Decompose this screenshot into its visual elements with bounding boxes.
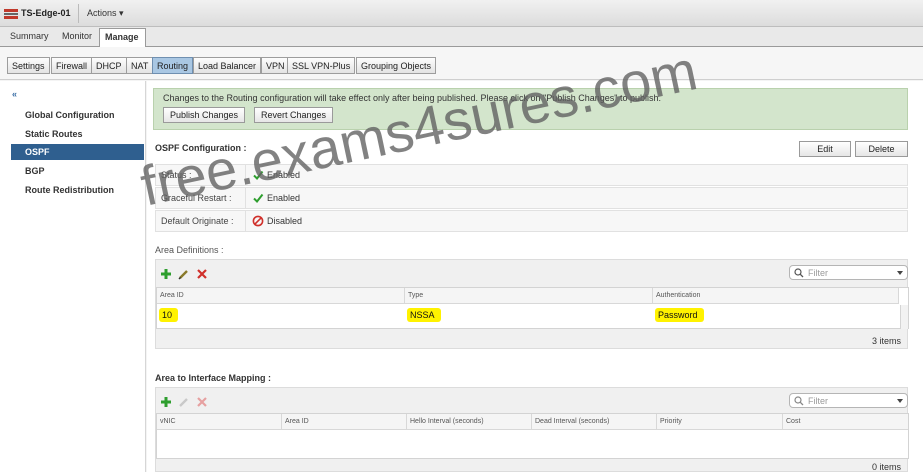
graceful-restart-label: Graceful Restart : (156, 188, 246, 208)
check-icon (253, 193, 264, 204)
divider (78, 4, 79, 23)
collapse-sidebar-button[interactable]: « (12, 89, 17, 99)
edit-pencil-icon (179, 398, 188, 407)
actions-menu[interactable]: Actions ▾ (87, 8, 124, 19)
default-originate-value: Disabled (267, 216, 303, 226)
sidebar-item-global-configuration[interactable]: Global Configuration (11, 107, 144, 123)
subtab-settings[interactable]: Settings (7, 57, 50, 74)
filter-placeholder: Filter (808, 268, 828, 278)
notice-text: Changes to the Routing configuration wil… (163, 93, 662, 103)
top-tab-bar: Summary Monitor Manage (0, 27, 923, 47)
subtab-ssl-vpn-plus[interactable]: SSL VPN-Plus (287, 57, 356, 74)
routing-sidebar: « Global Configuration Static Routes OSP… (0, 81, 146, 472)
edge-gateway-icon (4, 9, 18, 19)
column-header-vnic[interactable]: vNIC (157, 414, 282, 430)
default-originate-label: Default Originate : (156, 211, 246, 231)
check-icon (253, 170, 264, 181)
subtab-firewall[interactable]: Firewall (51, 57, 93, 74)
mapping-filter-input[interactable]: Filter (789, 393, 908, 408)
subtab-nat[interactable]: NAT (126, 57, 154, 74)
tab-monitor[interactable]: Monitor (62, 31, 92, 41)
area-definitions-table: Area ID Type Authentication 10 NSSA Pass… (156, 287, 909, 329)
search-icon (794, 268, 804, 278)
tab-manage[interactable]: Manage (99, 28, 146, 47)
tab-summary[interactable]: Summary (10, 31, 49, 41)
authentication-cell: Password (655, 308, 704, 322)
add-icon[interactable] (160, 396, 172, 408)
add-icon[interactable] (160, 268, 172, 280)
table-row[interactable]: 10 NSSA Password (157, 305, 899, 327)
sidebar-item-route-redistribution[interactable]: Route Redistribution (11, 182, 144, 198)
sidebar-item-static-routes[interactable]: Static Routes (11, 126, 144, 142)
column-header-hello-interval[interactable]: Hello Interval (seconds) (407, 414, 532, 430)
delete-x-icon[interactable] (196, 268, 208, 280)
title-bar: TS-Edge-01 Actions ▾ (0, 0, 923, 27)
graceful-restart-value: Enabled (267, 193, 301, 203)
area-interface-mapping-table: vNIC Area ID Hello Interval (seconds) De… (156, 413, 909, 459)
filter-placeholder: Filter (808, 396, 828, 406)
item-count: 0 items (871, 462, 901, 472)
chevron-down-icon[interactable] (897, 271, 903, 275)
main-panel: Changes to the Routing configuration wil… (147, 81, 923, 472)
sidebar-item-ospf[interactable]: OSPF (11, 144, 144, 160)
subtab-routing[interactable]: Routing (152, 57, 194, 74)
column-header-area-id[interactable]: Area ID (282, 414, 407, 430)
revert-changes-button[interactable]: Revert Changes (254, 107, 334, 123)
column-header-priority[interactable]: Priority (657, 414, 783, 430)
column-header-dead-interval[interactable]: Dead Interval (seconds) (532, 414, 657, 430)
sub-tab-bar: Settings Firewall DHCP NAT Routing Load … (0, 47, 923, 80)
area-filter-input[interactable]: Filter (789, 265, 908, 280)
column-header-cost[interactable]: Cost (783, 414, 908, 430)
area-interface-mapping-title: Area to Interface Mapping : (155, 373, 272, 383)
item-count: 3 items (871, 336, 901, 346)
scrollbar[interactable] (900, 305, 908, 329)
chevron-down-icon[interactable] (897, 399, 903, 403)
area-id-cell: 10 (159, 308, 179, 322)
column-header-authentication[interactable]: Authentication (653, 288, 899, 304)
area-definitions-grid: Filter Area ID Type Authentication 10 NS… (155, 259, 909, 349)
status-label: Status : (156, 165, 246, 185)
column-header-type[interactable]: Type (405, 288, 653, 304)
publish-notice: Changes to the Routing configuration wil… (153, 88, 908, 130)
status-value: Enabled (267, 170, 301, 180)
edit-button[interactable]: Edit (799, 141, 851, 157)
subtab-grouping-objects[interactable]: Grouping Objects (356, 57, 437, 74)
area-definitions-title: Area Definitions : (155, 245, 224, 255)
search-icon (794, 396, 804, 406)
delete-x-icon (197, 397, 207, 407)
disabled-icon (252, 215, 264, 227)
delete-button[interactable]: Delete (855, 141, 908, 157)
subtab-vpn[interactable]: VPN (261, 57, 290, 74)
config-row-default-originate: Default Originate : Disabled (155, 210, 908, 232)
edge-title: TS-Edge-01 (21, 8, 71, 18)
column-header-area-id[interactable]: Area ID (157, 288, 405, 304)
publish-changes-button[interactable]: Publish Changes (163, 107, 246, 123)
subtab-dhcp[interactable]: DHCP (91, 57, 127, 74)
area-interface-mapping-grid: Filter vNIC Area ID Hello Interval (seco… (155, 387, 909, 472)
type-cell: NSSA (407, 308, 441, 322)
sidebar-item-bgp[interactable]: BGP (11, 163, 144, 179)
config-row-status: Status : Enabled (155, 164, 908, 186)
ospf-configuration-title: OSPF Configuration : (155, 143, 247, 153)
config-row-graceful-restart: Graceful Restart : Enabled (155, 187, 908, 209)
subtab-load-balancer[interactable]: Load Balancer (193, 57, 262, 74)
edit-pencil-icon[interactable] (178, 268, 190, 280)
